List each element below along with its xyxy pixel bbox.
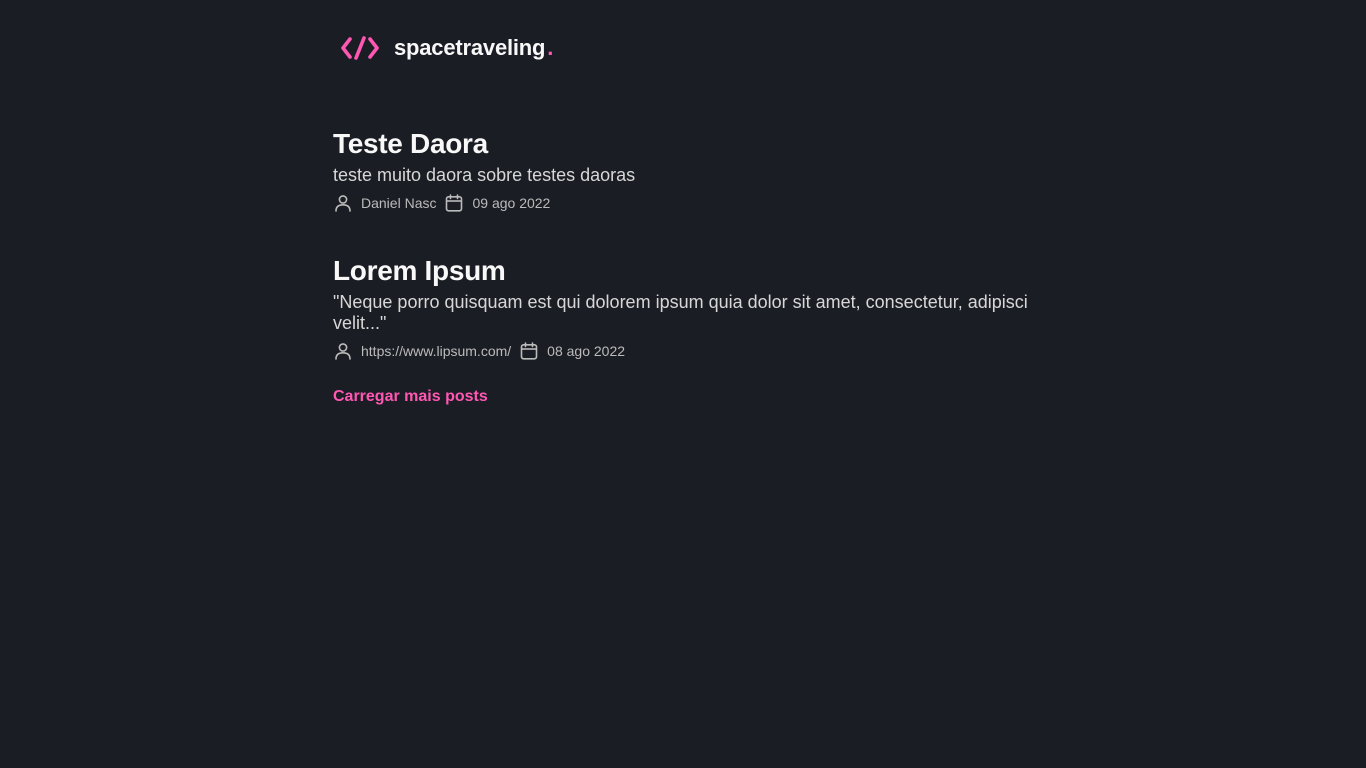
post-item[interactable]: Lorem Ipsum "Neque porro quisquam est qu… xyxy=(333,254,1033,363)
post-author: https://www.lipsum.com/ xyxy=(361,343,512,359)
home-logo-link[interactable]: spacetraveling. xyxy=(341,33,553,63)
user-icon xyxy=(335,343,351,360)
post-subtitle: "Neque porro quisquam est qui dolorem ip… xyxy=(333,292,1028,333)
post-item[interactable]: Teste Daora teste muito daora sobre test… xyxy=(333,127,1033,215)
post-subtitle: teste muito daora sobre testes daoras xyxy=(333,165,636,185)
load-more-posts-button[interactable]: Carregar mais posts xyxy=(333,387,488,407)
post-author: Daniel Nasc xyxy=(361,195,437,211)
brand-dot: . xyxy=(547,35,554,60)
post-info: https://www.lipsum.com/ 08 ago 2022 xyxy=(333,339,1033,363)
calendar-icon xyxy=(520,342,538,360)
calendar-icon xyxy=(446,194,463,212)
post-info: Daniel Nasc 09 ago 2022 xyxy=(333,191,1033,215)
post-date: 08 ago 2022 xyxy=(547,343,626,359)
post-title: Lorem Ipsum xyxy=(333,255,506,286)
post-date: 09 ago 2022 xyxy=(472,195,551,211)
brand-name: spacetraveling xyxy=(394,35,546,60)
user-icon xyxy=(335,195,351,212)
post-title: Teste Daora xyxy=(333,128,488,159)
code-brackets-icon xyxy=(341,36,379,60)
